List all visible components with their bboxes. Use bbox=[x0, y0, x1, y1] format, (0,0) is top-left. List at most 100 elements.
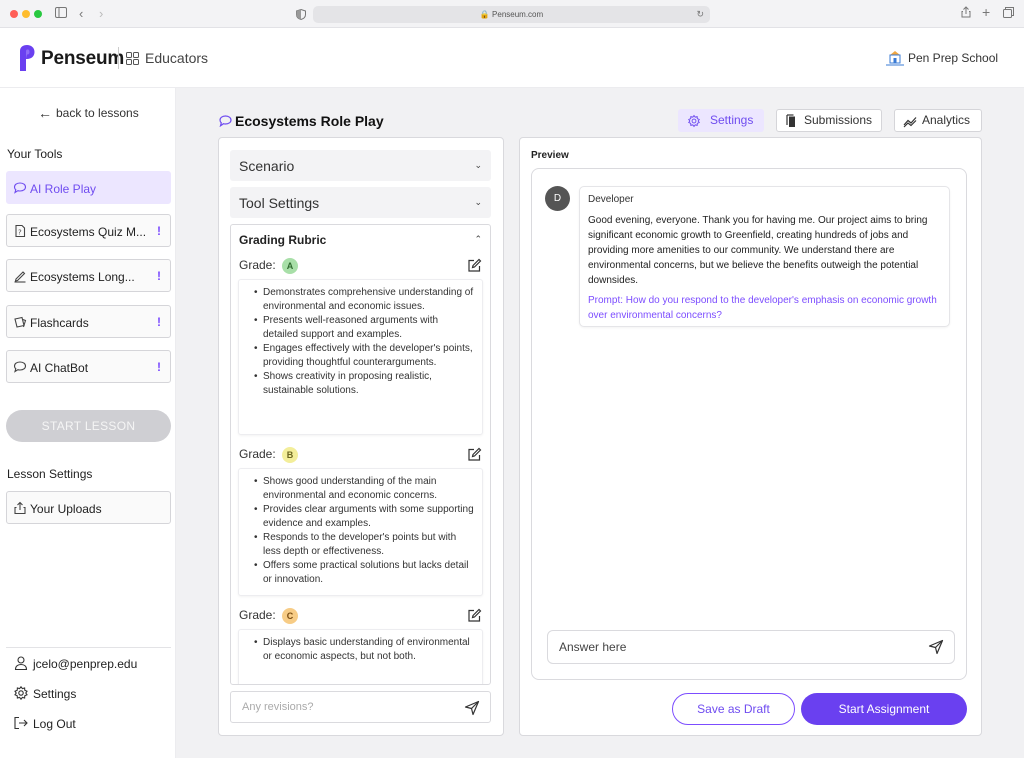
grade-label: Grade: bbox=[239, 447, 276, 461]
app-header: Penseum Educators Pen Prep School bbox=[0, 28, 1024, 88]
settings-label: Settings bbox=[33, 687, 77, 701]
main-content: Ecosystems Role Play Settings Submission… bbox=[176, 88, 1024, 758]
criterion-item: Displays basic understanding of environm… bbox=[254, 636, 474, 664]
tab-label: Settings bbox=[710, 113, 754, 127]
tab-analytics[interactable]: Analytics bbox=[894, 109, 982, 132]
gear-icon bbox=[14, 686, 28, 700]
scenario-accordion[interactable]: Scenario ⌄ bbox=[230, 150, 491, 181]
email-label: jcelo@penprep.edu bbox=[33, 657, 138, 671]
answer-input[interactable] bbox=[548, 631, 908, 663]
start-lesson-button[interactable]: START LESSON bbox=[6, 410, 171, 442]
grid-icon bbox=[126, 52, 139, 65]
revisions-field[interactable] bbox=[230, 691, 491, 723]
lesson-title-text: Ecosystems Role Play bbox=[235, 113, 384, 129]
preview-panel: Preview D Developer Good evening, everyo… bbox=[519, 137, 982, 736]
quiz-icon: ? bbox=[15, 224, 26, 238]
upload-icon bbox=[14, 501, 26, 515]
grade-label: Grade: bbox=[239, 258, 276, 272]
lock-icon: 🔒 bbox=[479, 10, 490, 19]
back-arrow-icon[interactable]: ‹ bbox=[79, 6, 83, 22]
penseum-logo-icon[interactable] bbox=[18, 44, 36, 71]
criterion-item: Engages effectively with the developer's… bbox=[254, 342, 474, 370]
accordion-label: Tool Settings bbox=[239, 195, 320, 211]
account-email[interactable]: jcelo@penprep.edu bbox=[13, 656, 137, 671]
brand-name[interactable]: Penseum bbox=[41, 48, 124, 70]
grade-a-criteria: Demonstrates comprehensive understanding… bbox=[238, 279, 483, 435]
chat-message: Developer Good evening, everyone. Thank … bbox=[579, 186, 950, 327]
grade-badge: A bbox=[282, 258, 299, 274]
your-uploads-button[interactable]: Your Uploads bbox=[6, 491, 171, 524]
grade-badge: C bbox=[282, 608, 299, 624]
settings-link[interactable]: Settings bbox=[13, 686, 76, 701]
start-assignment-button[interactable]: Start Assignment bbox=[801, 693, 967, 725]
preview-chat: D Developer Good evening, everyone. Than… bbox=[531, 168, 967, 680]
back-to-lessons-link[interactable]: ← back to lessons bbox=[38, 105, 139, 121]
tab-settings[interactable]: Settings bbox=[678, 109, 764, 132]
url-text: Penseum.com bbox=[492, 10, 544, 19]
accordion-label: Scenario bbox=[239, 158, 295, 174]
editor-panel: Scenario ⌄ Tool Settings ⌄ Grading Rubri… bbox=[218, 137, 504, 736]
answer-field[interactable] bbox=[547, 630, 955, 664]
forward-arrow-icon[interactable]: › bbox=[99, 6, 103, 22]
grading-rubric: Grading Rubric ⌃ Grade: A Demonstrates c… bbox=[230, 224, 491, 685]
shield-icon[interactable] bbox=[296, 8, 306, 24]
tool-ai-role-play[interactable]: AI Role Play bbox=[6, 171, 171, 204]
tool-ai-chatbot[interactable]: AI ChatBot ! bbox=[6, 350, 171, 383]
minimize-window-icon[interactable] bbox=[22, 10, 30, 18]
avatar: D bbox=[545, 186, 570, 211]
share-icon[interactable] bbox=[961, 6, 971, 22]
brand-divider bbox=[118, 47, 119, 69]
tool-label: Ecosystems Long... bbox=[30, 270, 135, 284]
tab-submissions[interactable]: Submissions bbox=[776, 109, 882, 132]
send-icon[interactable] bbox=[928, 639, 944, 655]
tool-ecosystems-long[interactable]: Ecosystems Long... ! bbox=[6, 259, 171, 292]
grade-a-row: Grade: A bbox=[239, 258, 299, 274]
back-link-label: back to lessons bbox=[56, 106, 139, 120]
chat-bubble-icon bbox=[13, 182, 27, 194]
prompt-text: Prompt: How do you respond to the develo… bbox=[588, 295, 937, 321]
cards-icon bbox=[14, 316, 27, 328]
lesson-settings-heading: Lesson Settings bbox=[7, 467, 93, 481]
revisions-input[interactable] bbox=[231, 692, 451, 722]
reload-icon[interactable]: ↻ bbox=[696, 6, 704, 23]
send-icon[interactable] bbox=[464, 700, 480, 716]
warning-indicator: ! bbox=[157, 269, 161, 283]
save-as-draft-button[interactable]: Save as Draft bbox=[672, 693, 795, 725]
your-tools-heading: Your Tools bbox=[7, 147, 63, 161]
logout-link[interactable]: Log Out bbox=[13, 716, 76, 731]
sidebar: ← back to lessons Your Tools AI Role Play… bbox=[0, 88, 176, 758]
edit-icon[interactable] bbox=[467, 447, 482, 462]
tabs-overview-icon[interactable] bbox=[1003, 6, 1014, 22]
warning-indicator: ! bbox=[157, 360, 161, 374]
sidebar-toggle-icon[interactable] bbox=[55, 6, 67, 22]
criterion-item: Demonstrates comprehensive understanding… bbox=[254, 286, 474, 314]
maximize-window-icon[interactable] bbox=[34, 10, 42, 18]
trend-icon bbox=[903, 117, 917, 128]
criterion-item: Offers some practical solutions but lack… bbox=[254, 559, 474, 587]
gear-icon bbox=[688, 114, 700, 128]
tool-ecosystems-quiz[interactable]: ? Ecosystems Quiz M... ! bbox=[6, 214, 171, 247]
section-title: Educators bbox=[145, 50, 209, 66]
tool-flashcards[interactable]: Flashcards ! bbox=[6, 305, 171, 338]
criterion-item: Shows good understanding of the main env… bbox=[254, 475, 474, 503]
school-name[interactable]: Pen Prep School bbox=[908, 51, 998, 65]
tool-label: Flashcards bbox=[30, 316, 89, 330]
grade-b-row: Grade: B bbox=[239, 447, 299, 463]
chevron-up-icon[interactable]: ⌃ bbox=[474, 234, 482, 245]
close-window-icon[interactable] bbox=[10, 10, 18, 18]
logout-icon bbox=[14, 716, 28, 730]
new-tab-icon[interactable]: + bbox=[982, 4, 990, 20]
criterion-item: Presents well-reasoned arguments with de… bbox=[254, 314, 474, 342]
tool-label: AI ChatBot bbox=[30, 361, 89, 375]
speaker-name: Developer bbox=[588, 194, 634, 205]
edit-icon[interactable] bbox=[467, 608, 482, 623]
uploads-label: Your Uploads bbox=[30, 502, 102, 516]
chevron-down-icon: ⌄ bbox=[474, 160, 482, 170]
browser-chrome: ‹ › 🔒 Penseum.com ↻ + bbox=[0, 0, 1024, 28]
tool-settings-accordion[interactable]: Tool Settings ⌄ bbox=[230, 187, 491, 218]
grade-badge: B bbox=[282, 447, 299, 463]
pen-icon bbox=[14, 271, 26, 283]
address-bar[interactable]: 🔒 Penseum.com ↻ bbox=[313, 6, 710, 23]
rubric-heading: Grading Rubric bbox=[239, 233, 327, 247]
edit-icon[interactable] bbox=[467, 258, 482, 273]
